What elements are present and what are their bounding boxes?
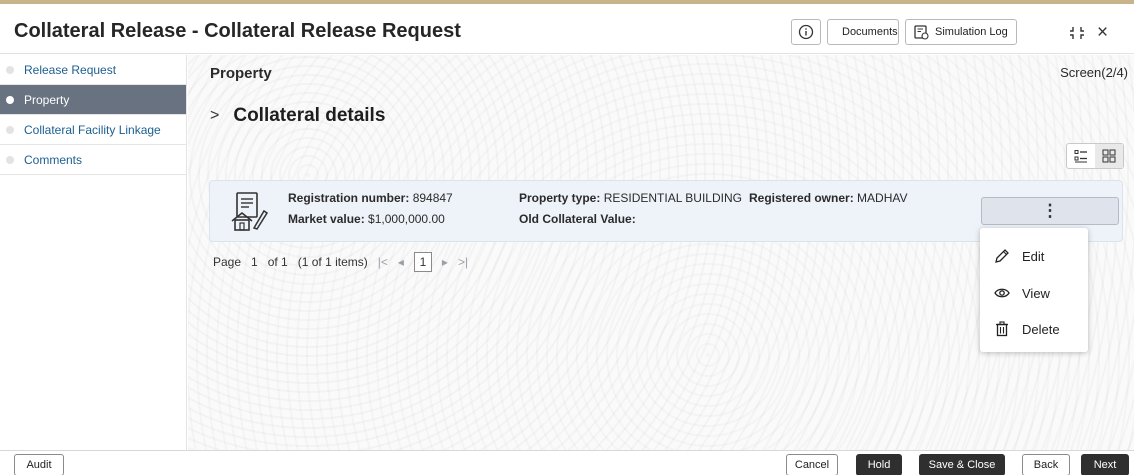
- registered-owner-value: MADHAV: [857, 191, 908, 205]
- header-bar: Collateral Release - Collateral Release …: [0, 0, 1134, 54]
- collateral-details-title: Collateral details: [233, 105, 386, 126]
- sidebar-item-property[interactable]: Property: [0, 85, 186, 115]
- sidebar-item-release-request[interactable]: Release Request: [0, 55, 186, 85]
- page-current-text: 1: [251, 255, 258, 269]
- property-document-icon: [231, 192, 268, 231]
- row-actions-menu: Edit View Delete: [980, 228, 1088, 352]
- back-button[interactable]: Back: [1022, 454, 1070, 475]
- step-dot-icon: [6, 155, 14, 164]
- more-actions-button[interactable]: ⋮: [981, 197, 1119, 225]
- page-items-text: (1 of 1 items): [297, 255, 368, 269]
- pagination: Page 1 of 1 (1 of 1 items) |< ◂ 1 ▸ >|: [213, 252, 468, 272]
- registered-owner-field: Registered owner: MADHAV: [749, 191, 908, 205]
- cancel-button[interactable]: Cancel: [786, 454, 838, 475]
- main-content: Property Screen(2/4) > Collateral detail…: [188, 55, 1134, 450]
- page-label: Page: [213, 255, 242, 269]
- first-page-icon[interactable]: |<: [378, 255, 388, 269]
- kebab-menu-icon: ⋮: [1041, 201, 1059, 220]
- menu-item-label: Edit: [1022, 248, 1045, 264]
- screen-counter: Screen(2/4): [1060, 65, 1128, 80]
- next-button[interactable]: Next: [1081, 454, 1129, 475]
- footer-bar: Audit Cancel Hold Save & Close Back Next: [0, 450, 1134, 475]
- step-dot-icon: [6, 125, 14, 134]
- step-dot-icon: [6, 65, 14, 74]
- view-toggle: [1066, 143, 1124, 169]
- grid-view-icon: [1102, 149, 1116, 163]
- page-title: Collateral Release - Collateral Release …: [14, 20, 461, 42]
- pencil-icon: [995, 249, 1009, 263]
- close-icon[interactable]: ×: [1097, 23, 1108, 42]
- registration-number-field: Registration number: 894847: [288, 191, 453, 205]
- market-value-value: $1,000,000.00: [368, 212, 445, 226]
- page-number-input[interactable]: 1: [413, 252, 432, 272]
- chevron-right-icon[interactable]: >: [210, 107, 219, 125]
- sidebar-item-comments[interactable]: Comments: [0, 145, 186, 175]
- documents-label: Documents: [842, 26, 898, 38]
- old-collateral-value-field: Old Collateral Value:: [519, 212, 636, 226]
- audit-button[interactable]: Audit: [14, 454, 64, 475]
- sidebar-item-label: Release Request: [24, 62, 117, 77]
- list-view-icon: [1074, 150, 1087, 163]
- sidebar-item-label: Comments: [24, 152, 83, 167]
- menu-item-label: View: [1022, 285, 1050, 301]
- sidebar-item-label: Collateral Facility Linkage: [24, 122, 161, 137]
- page-of-text: of 1: [267, 255, 288, 269]
- property-type-field: Property type: RESIDENTIAL BUILDING: [519, 191, 742, 205]
- log-icon: [914, 24, 929, 40]
- menu-item-view[interactable]: View: [994, 282, 1050, 304]
- collapse-icon[interactable]: [1069, 26, 1085, 40]
- sidebar-item-collateral-facility-linkage[interactable]: Collateral Facility Linkage: [0, 115, 186, 145]
- market-value-field: Market value: $1,000,000.00: [288, 212, 445, 226]
- last-page-icon[interactable]: >|: [458, 255, 468, 269]
- property-type-label: Property type:: [519, 191, 601, 205]
- next-page-icon[interactable]: ▸: [442, 255, 448, 269]
- property-type-value: RESIDENTIAL BUILDING: [603, 191, 742, 205]
- menu-item-edit[interactable]: Edit: [994, 245, 1044, 267]
- previous-page-icon[interactable]: ◂: [398, 255, 404, 269]
- save-close-button[interactable]: Save & Close: [919, 454, 1005, 475]
- old-collateral-value-label: Old Collateral Value:: [519, 212, 636, 226]
- info-button[interactable]: [791, 19, 821, 45]
- collateral-details-header[interactable]: > Collateral details: [210, 105, 385, 127]
- trash-icon: [996, 321, 1008, 337]
- section-title: Property: [210, 65, 272, 82]
- hold-button[interactable]: Hold: [856, 454, 902, 475]
- sidebar: Release Request Property Collateral Faci…: [0, 55, 187, 450]
- sidebar-item-label: Property: [24, 92, 70, 107]
- registration-number-label: Registration number:: [288, 191, 410, 205]
- market-value-label: Market value:: [288, 212, 365, 226]
- simulation-log-label: Simulation Log: [935, 26, 1008, 38]
- registration-number-value: 894847: [412, 191, 453, 205]
- menu-item-label: Delete: [1022, 321, 1060, 337]
- info-circle-icon: [798, 24, 814, 40]
- documents-button[interactable]: Documents: [827, 19, 899, 45]
- registered-owner-label: Registered owner:: [749, 191, 854, 205]
- eye-icon: [994, 288, 1010, 298]
- grid-view-button[interactable]: [1095, 144, 1123, 168]
- step-dot-icon: [6, 95, 14, 104]
- menu-item-delete[interactable]: Delete: [994, 318, 1060, 340]
- simulation-log-button[interactable]: Simulation Log: [905, 19, 1017, 45]
- list-view-button[interactable]: [1067, 144, 1095, 168]
